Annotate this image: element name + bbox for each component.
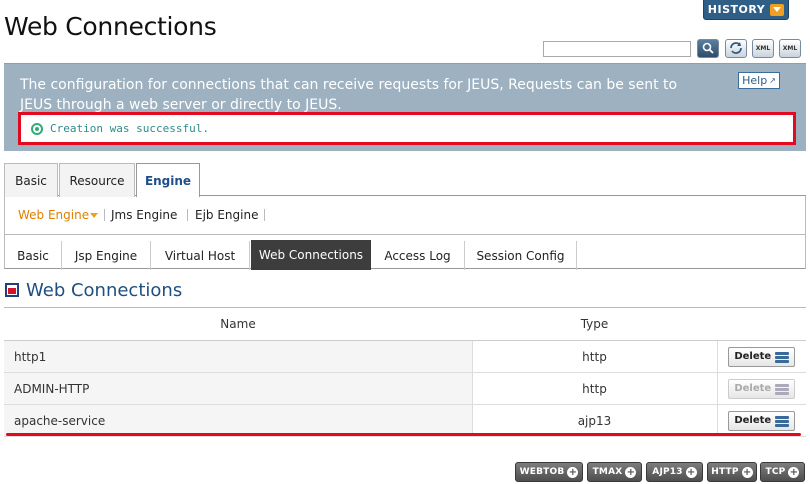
refresh-icon (729, 39, 743, 58)
tab-web-connections[interactable]: Web Connections (251, 240, 371, 270)
plus-icon: + (625, 466, 637, 478)
xml-export-icon: XML (782, 44, 798, 52)
tab-jsp-engine[interactable]: Jsp Engine (62, 241, 151, 270)
web-engine-tabs: Basic Jsp Engine Virtual Host Web Connec… (4, 234, 806, 270)
delete-label: Delete (734, 383, 772, 394)
stack-icon (775, 351, 790, 363)
tab-web-engine[interactable]: Web Engine (18, 208, 89, 222)
tab-basic[interactable]: Basic (4, 163, 58, 197)
info-panel: The configuration for connections that c… (4, 63, 806, 151)
chevron-down-icon (770, 3, 785, 16)
xml-export-button[interactable]: XML (779, 39, 801, 58)
add-webtob-button[interactable]: WEBTOB + (515, 462, 583, 482)
tab-session-config[interactable]: Session Config (465, 241, 577, 270)
stack-icon (775, 415, 790, 427)
cell-type: ajp13 (472, 404, 718, 437)
highlight-underline (6, 433, 801, 436)
cell-name[interactable]: http1 (4, 340, 473, 373)
search-input[interactable] (543, 41, 691, 57)
add-http-button[interactable]: HTTP + (707, 462, 757, 482)
main-tabs: Basic Resource Engine (4, 163, 806, 197)
tab-web-basic[interactable]: Basic (5, 241, 62, 270)
help-button[interactable]: Help ↗ (738, 72, 780, 89)
info-description: The configuration for connections that c… (20, 77, 678, 113)
table-header-row: Name Type (4, 307, 806, 341)
xml-import-button[interactable]: XML (752, 39, 774, 58)
delete-label: Delete (734, 415, 772, 426)
table-row: apache-service ajp13 Delete (4, 404, 806, 437)
xml-import-icon: XML (755, 44, 771, 52)
tab-engine[interactable]: Engine (136, 163, 200, 197)
add-tmax-button[interactable]: TMAX + (587, 462, 642, 482)
plus-icon: + (567, 466, 579, 478)
plus-icon: + (685, 466, 697, 478)
plus-icon: + (741, 466, 753, 478)
delete-label: Delete (734, 351, 772, 362)
help-label: Help (742, 74, 768, 87)
delete-button[interactable]: Delete (728, 346, 796, 367)
engine-tabs: Web Engine Jms Engine Ejb Engine (4, 196, 806, 234)
plus-icon: + (788, 466, 800, 478)
cell-type: http (472, 372, 718, 405)
divider (104, 209, 105, 221)
section-icon (5, 283, 19, 297)
connections-table: Name Type http1 http Delete ADMIN-HTTP h… (4, 307, 806, 437)
table-row: http1 http Delete (4, 340, 806, 373)
delete-button[interactable]: Delete (728, 410, 796, 431)
refresh-button[interactable] (725, 39, 747, 58)
page-title: Web Connections (4, 12, 217, 41)
stack-icon (775, 383, 790, 395)
add-webtob-label: WEBTOB (519, 467, 565, 477)
success-icon (31, 122, 43, 135)
column-header-name: Name (4, 307, 472, 341)
divider (187, 209, 188, 221)
add-ajp13-label: AJP13 (652, 467, 683, 477)
external-link-icon: ↗ (769, 76, 776, 85)
section-title: Web Connections (26, 280, 183, 301)
add-http-label: HTTP (711, 467, 739, 477)
search-icon (702, 39, 714, 58)
history-label: HISTORY (707, 3, 766, 16)
status-message-box: Creation was successful. (18, 112, 796, 145)
search-button[interactable] (697, 39, 719, 58)
tab-ejb-engine[interactable]: Ejb Engine (195, 208, 258, 222)
add-tcp-button[interactable]: TCP + (760, 462, 805, 482)
delete-button-disabled: Delete (728, 378, 796, 399)
add-tmax-label: TMAX (592, 467, 623, 477)
tab-jms-engine[interactable]: Jms Engine (111, 208, 177, 222)
tab-virtual-host[interactable]: Virtual Host (151, 241, 250, 270)
status-message: Creation was successful. (50, 122, 209, 135)
table-row: ADMIN-HTTP http Delete (4, 372, 806, 405)
column-header-type: Type (472, 307, 717, 341)
history-button[interactable]: HISTORY (703, 0, 789, 20)
column-header-actions (717, 307, 806, 341)
cell-name[interactable]: ADMIN-HTTP (4, 372, 473, 405)
tab-access-log[interactable]: Access Log (371, 241, 465, 270)
caret-down-icon[interactable] (90, 213, 98, 218)
add-tcp-label: TCP (765, 467, 786, 477)
add-ajp13-button[interactable]: AJP13 + (646, 462, 703, 482)
cell-type: http (472, 340, 718, 373)
cell-name[interactable]: apache-service (4, 404, 473, 437)
divider (264, 209, 265, 221)
tab-resource[interactable]: Resource (59, 163, 135, 197)
